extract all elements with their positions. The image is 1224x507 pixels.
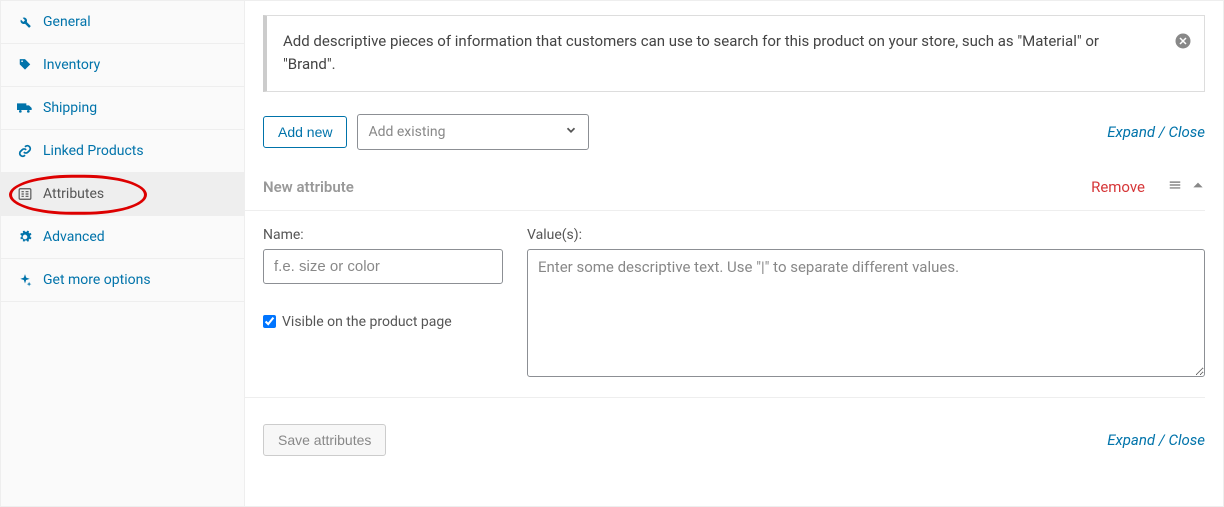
sidebar-item-label: General [43,14,91,30]
sidebar-item-get-more-options[interactable]: Get more options [1,259,244,302]
name-column: Name: Visible on the product page [263,227,503,377]
close-link[interactable]: Close [1168,431,1205,449]
visible-checkbox[interactable] [263,315,276,328]
sidebar-item-inventory[interactable]: Inventory [1,44,244,87]
name-label: Name: [263,227,503,243]
select-placeholder: Add existing [368,124,445,140]
sidebar: General Inventory Shipping Linked Produc… [1,1,245,506]
close-icon[interactable] [1174,32,1192,57]
visible-label: Visible on the product page [282,314,452,330]
expand-close-links-footer: Expand / Close [1107,431,1205,449]
attribute-header: New attribute Remove [245,178,1205,211]
expand-link[interactable]: Expand [1107,431,1155,449]
expand-close-links: Expand / Close [1107,123,1205,141]
name-input[interactable] [263,249,503,284]
add-new-button[interactable]: Add new [263,116,347,148]
values-column: Value(s): [527,227,1205,377]
remove-link[interactable]: Remove [1091,178,1145,196]
drag-handle-icon[interactable] [1167,178,1183,196]
visible-checkbox-row: Visible on the product page [263,314,503,330]
truck-icon [15,101,35,115]
notice-text: Add descriptive pieces of information th… [283,32,1099,73]
sidebar-item-advanced[interactable]: Advanced [1,216,244,259]
expand-link[interactable]: Expand [1107,123,1155,141]
sidebar-item-label: Inventory [43,57,100,73]
sidebar-item-attributes[interactable]: Attributes [1,173,244,216]
main-panel: Add descriptive pieces of information th… [245,1,1223,506]
save-attributes-button[interactable]: Save attributes [263,424,386,456]
chevron-down-icon [564,123,578,141]
sidebar-item-label: Shipping [43,100,97,116]
info-notice: Add descriptive pieces of information th… [263,15,1205,92]
attribute-body: Name: Visible on the product page Value(… [245,211,1205,398]
gear-icon [15,230,35,244]
values-label: Value(s): [527,227,1205,243]
attribute-title: New attribute [263,178,354,196]
wrench-icon [15,15,35,29]
values-textarea[interactable] [527,249,1205,377]
sidebar-item-shipping[interactable]: Shipping [1,87,244,130]
close-link[interactable]: Close [1168,123,1205,141]
sidebar-item-general[interactable]: General [1,1,244,44]
add-existing-select[interactable]: Add existing [357,114,589,150]
collapse-up-icon[interactable] [1191,178,1205,196]
sidebar-item-linked-products[interactable]: Linked Products [1,130,244,173]
sparkle-icon [15,273,35,287]
product-data-panel: General Inventory Shipping Linked Produc… [0,0,1224,507]
list-icon [15,187,35,201]
attributes-footer: Save attributes Expand / Close [245,398,1205,456]
sidebar-item-label: Advanced [43,229,105,245]
tag-icon [15,58,35,72]
attributes-toolbar: Add new Add existing Expand / Close [263,114,1205,150]
link-icon [15,144,35,158]
sidebar-item-label: Linked Products [43,143,144,159]
sidebar-item-label: Get more options [43,272,151,288]
sidebar-item-label: Attributes [43,186,104,202]
